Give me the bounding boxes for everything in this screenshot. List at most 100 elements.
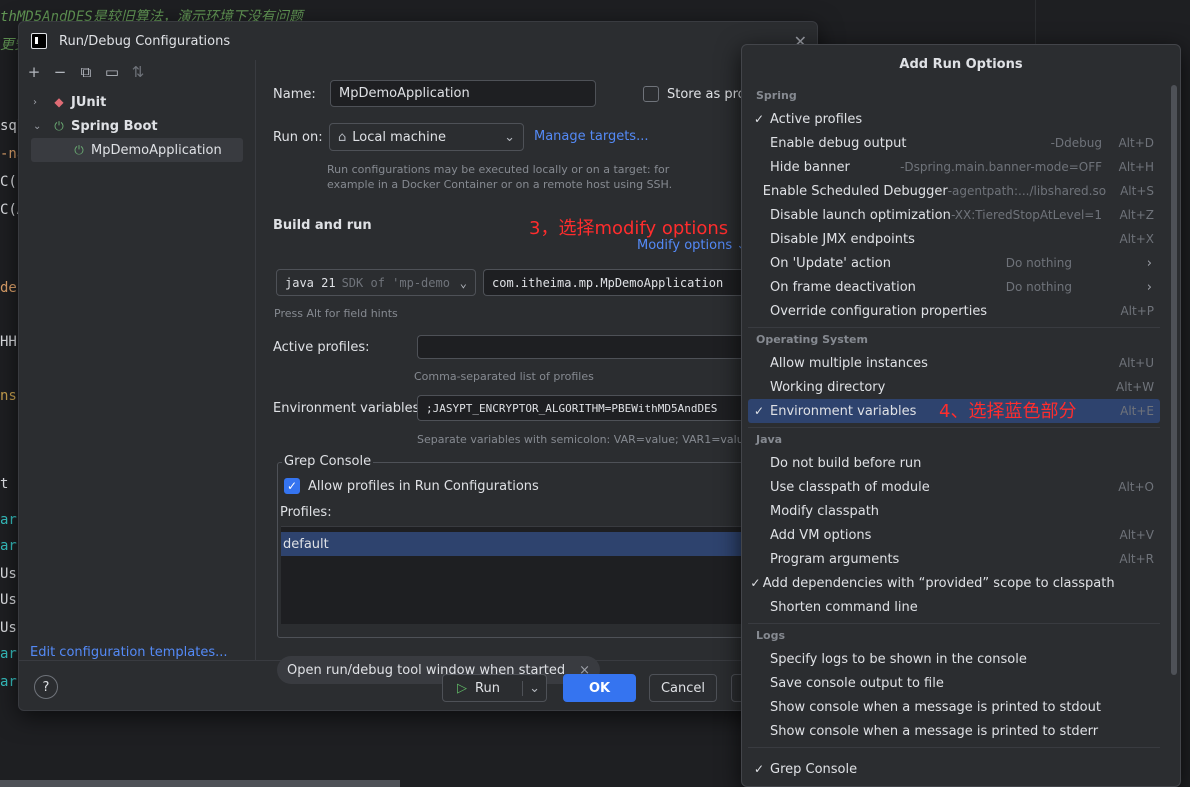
option-label: Hide banner: [770, 159, 850, 175]
junit-icon: ◆: [54, 95, 64, 109]
popup-group-header: Operating System: [756, 333, 868, 346]
chevron-down-icon: ⌄: [459, 275, 467, 290]
help-icon[interactable]: ?: [34, 675, 58, 699]
check-icon: ✓: [750, 576, 761, 590]
tree-item-spring-boot[interactable]: ⌄ ⏻ Spring Boot: [19, 114, 255, 138]
profiles-list: default: [281, 526, 801, 624]
option-label: Disable launch optimization: [770, 207, 951, 223]
folder-add-icon[interactable]: ▭: [103, 63, 121, 81]
popup-option-item[interactable]: Show console when a message is printed t…: [748, 695, 1160, 719]
modify-options-link[interactable]: Modify options ⌄: [637, 238, 747, 253]
code-fragment: Us: [0, 566, 17, 582]
run-on-select[interactable]: ⌂ Local machine ⌄: [329, 123, 524, 151]
list-item[interactable]: default: [281, 532, 801, 556]
popup-option-item[interactable]: Allow multiple instances Alt+U: [748, 351, 1160, 375]
tree-item-mpdemoapplication[interactable]: ⏻ MpDemoApplication: [31, 138, 243, 162]
option-shortcut: Alt+O: [1118, 480, 1154, 494]
option-label: Use classpath of module: [770, 479, 930, 495]
popup-option-item[interactable]: Program arguments Alt+R: [748, 547, 1160, 571]
option-label: Override configuration properties: [770, 303, 988, 319]
run-on-value: Local machine: [352, 129, 446, 145]
option-shortcut: Alt+Z: [1119, 208, 1154, 222]
chevron-down-icon[interactable]: ⌄: [33, 121, 47, 132]
chevron-down-icon[interactable]: ⌄: [522, 680, 540, 696]
horizontal-scrollbar[interactable]: [0, 780, 400, 787]
sort-icon[interactable]: ⇅: [129, 63, 147, 81]
option-shortcut: Alt+E: [1120, 404, 1154, 418]
copy-icon[interactable]: ⧉: [77, 63, 95, 81]
cancel-button[interactable]: Cancel: [649, 674, 717, 702]
code-fragment: ns: [0, 388, 17, 404]
code-fragment: de: [0, 280, 17, 296]
popup-option-item[interactable]: Save console output to file: [748, 671, 1160, 695]
popup-option-item[interactable]: Do not build before run: [748, 451, 1160, 475]
chevron-right-icon[interactable]: ›: [33, 97, 47, 108]
popup-option-item[interactable]: Enable Scheduled Debugger -agentpath:.../…: [748, 179, 1160, 203]
option-label: Do not build before run: [770, 455, 922, 471]
popup-option-item[interactable]: Disable JMX endpoints Alt+X: [748, 227, 1160, 251]
popup-option-item[interactable]: ✓ Active profiles: [748, 107, 1160, 131]
popup-separator: [748, 747, 1160, 748]
popup-group-header: Spring: [756, 89, 797, 102]
popup-option-item[interactable]: On 'Update' action Do nothing ›: [748, 251, 1160, 275]
option-label: Add VM options: [770, 527, 872, 543]
popup-option-item[interactable]: Working directory Alt+W: [748, 375, 1160, 399]
edit-templates-link[interactable]: Edit configuration templates...: [30, 645, 228, 660]
option-label: Specify logs to be shown in the console: [770, 651, 1027, 667]
option-label: On frame deactivation: [770, 279, 916, 295]
option-shortcut: Alt+W: [1116, 380, 1155, 394]
sdk-select[interactable]: java 21 SDK of 'mp-demo ⌄: [276, 269, 476, 296]
option-shortcut: Alt+H: [1118, 160, 1154, 174]
popup-option-item[interactable]: Show console when a message is printed t…: [748, 719, 1160, 743]
popup-option-item[interactable]: Use classpath of module Alt+O: [748, 475, 1160, 499]
chevron-down-icon: ⌄: [504, 129, 515, 145]
tree-item-junit[interactable]: › ◆ JUnit: [19, 90, 255, 114]
grep-console-group: Grep Console ✓ Allow profiles in Run Con…: [277, 454, 801, 638]
popup-scrollbar[interactable]: [1171, 85, 1177, 675]
check-icon: ✓: [753, 762, 765, 776]
name-input[interactable]: MpDemoApplication: [330, 80, 596, 107]
check-icon: ✓: [753, 404, 765, 418]
modify-options-label: Modify options: [637, 238, 733, 253]
popup-option-item[interactable]: Add VM options Alt+V: [748, 523, 1160, 547]
add-icon[interactable]: +: [25, 63, 43, 81]
run-on-hint: Run configurations may be executed local…: [327, 163, 673, 191]
option-hint: -XX:TieredStopAtLevel=1: [951, 208, 1102, 222]
popup-option-item[interactable]: On frame deactivation Do nothing ›: [748, 275, 1160, 299]
store-as-project-label: Store as proj: [667, 87, 750, 102]
option-label: Show console when a message is printed t…: [770, 723, 1099, 739]
active-profiles-label: Active profiles:: [273, 340, 370, 355]
option-hint: -Ddebug: [1050, 136, 1102, 150]
popup-option-item[interactable]: Specify logs to be shown in the console: [748, 647, 1160, 671]
popup-option-item[interactable]: ✓ Add dependencies with “provided” scope …: [748, 571, 1160, 595]
popup-option-item[interactable]: Disable launch optimization -XX:TieredSto…: [748, 203, 1160, 227]
option-label: Modify classpath: [770, 503, 880, 519]
remove-icon[interactable]: −: [51, 63, 69, 81]
run-on-label: Run on:: [273, 130, 323, 145]
popup-option-item[interactable]: ✓ Grep Console: [748, 757, 1160, 781]
allow-profiles-checkbox[interactable]: ✓: [284, 478, 300, 494]
popup-option-item[interactable]: Enable debug output -Ddebug Alt+D: [748, 131, 1160, 155]
allow-profiles-label: Allow profiles in Run Configurations: [308, 479, 539, 494]
store-as-project-checkbox[interactable]: [643, 86, 659, 102]
popup-option-item[interactable]: Modify classpath: [748, 499, 1160, 523]
option-shortcut: Alt+S: [1120, 184, 1154, 198]
option-shortcut: Alt+P: [1120, 304, 1154, 318]
check-icon: ✓: [753, 112, 765, 126]
option-label: Add dependencies with “provided” scope t…: [762, 575, 1115, 591]
option-shortcut: Alt+V: [1119, 528, 1154, 542]
manage-targets-link[interactable]: Manage targets...: [534, 129, 648, 144]
popup-option-item[interactable]: Shorten command line: [748, 595, 1160, 619]
config-tree-pane: + − ⧉ ▭ ⇅ › ◆ JUnit ⌄ ⏻ Spring Boot ⏻ Mp…: [19, 60, 256, 660]
popup-option-item[interactable]: Override configuration properties Alt+P: [748, 299, 1160, 323]
option-label: Grep Console: [770, 761, 858, 777]
ok-button[interactable]: OK: [563, 674, 636, 702]
option-label: Shorten command line: [770, 599, 918, 615]
popup-group-header: Java: [756, 433, 783, 446]
spring-boot-icon: ⏻: [54, 118, 64, 133]
popup-option-item[interactable]: Hide banner -Dspring.main.banner-mode=OFF…: [748, 155, 1160, 179]
option-hint: -Dspring.main.banner-mode=OFF: [900, 160, 1102, 174]
code-fragment: ar: [0, 538, 17, 554]
run-button[interactable]: ▷ Run ⌄: [442, 674, 547, 702]
dialog-titlebar: Run/Debug Configurations: [19, 22, 817, 60]
